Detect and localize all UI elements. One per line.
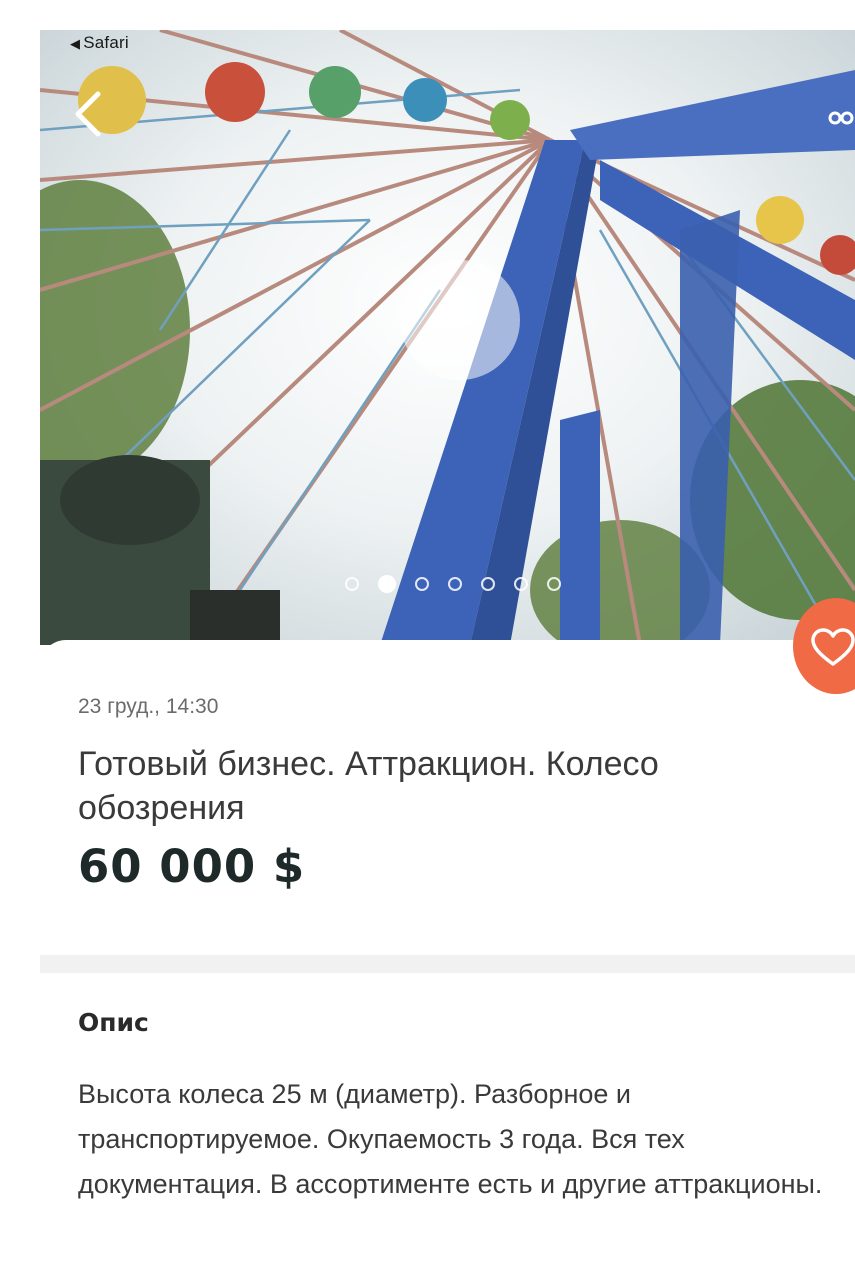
chevron-left-icon [75, 91, 101, 137]
gallery-pagination [345, 575, 561, 593]
listing-price: 60 000 $ [78, 840, 306, 893]
description-heading: Опис [78, 1008, 149, 1037]
listing-photo[interactable] [40, 30, 855, 645]
section-divider [40, 955, 855, 973]
gallery-dot[interactable] [345, 577, 359, 591]
left-frame [0, 0, 40, 1280]
gallery-dot[interactable] [481, 577, 495, 591]
top-frame [0, 0, 855, 30]
listing-date: 23 груд., 14:30 [78, 695, 219, 718]
gallery-dot[interactable] [415, 577, 429, 591]
heart-icon [811, 628, 855, 666]
gallery-dot[interactable] [448, 577, 462, 591]
back-app-label: Safari [83, 33, 129, 52]
listing-title: Готовый бизнес. Аттракцион. Колесо обозр… [78, 745, 659, 827]
gallery-dot[interactable] [514, 577, 528, 591]
ferris-wheel-image [40, 30, 855, 645]
share-button[interactable] [826, 104, 854, 132]
gallery-dot[interactable] [547, 577, 561, 591]
back-button[interactable] [66, 88, 114, 140]
status-back-to-app[interactable]: ◀ Safari [70, 33, 129, 53]
description-text: Высота колеса 25 м (диаметр). Разборное … [78, 1079, 823, 1199]
share-icon [828, 111, 854, 125]
back-triangle-icon: ◀ [70, 36, 81, 51]
gallery-dot-active[interactable] [378, 575, 396, 593]
